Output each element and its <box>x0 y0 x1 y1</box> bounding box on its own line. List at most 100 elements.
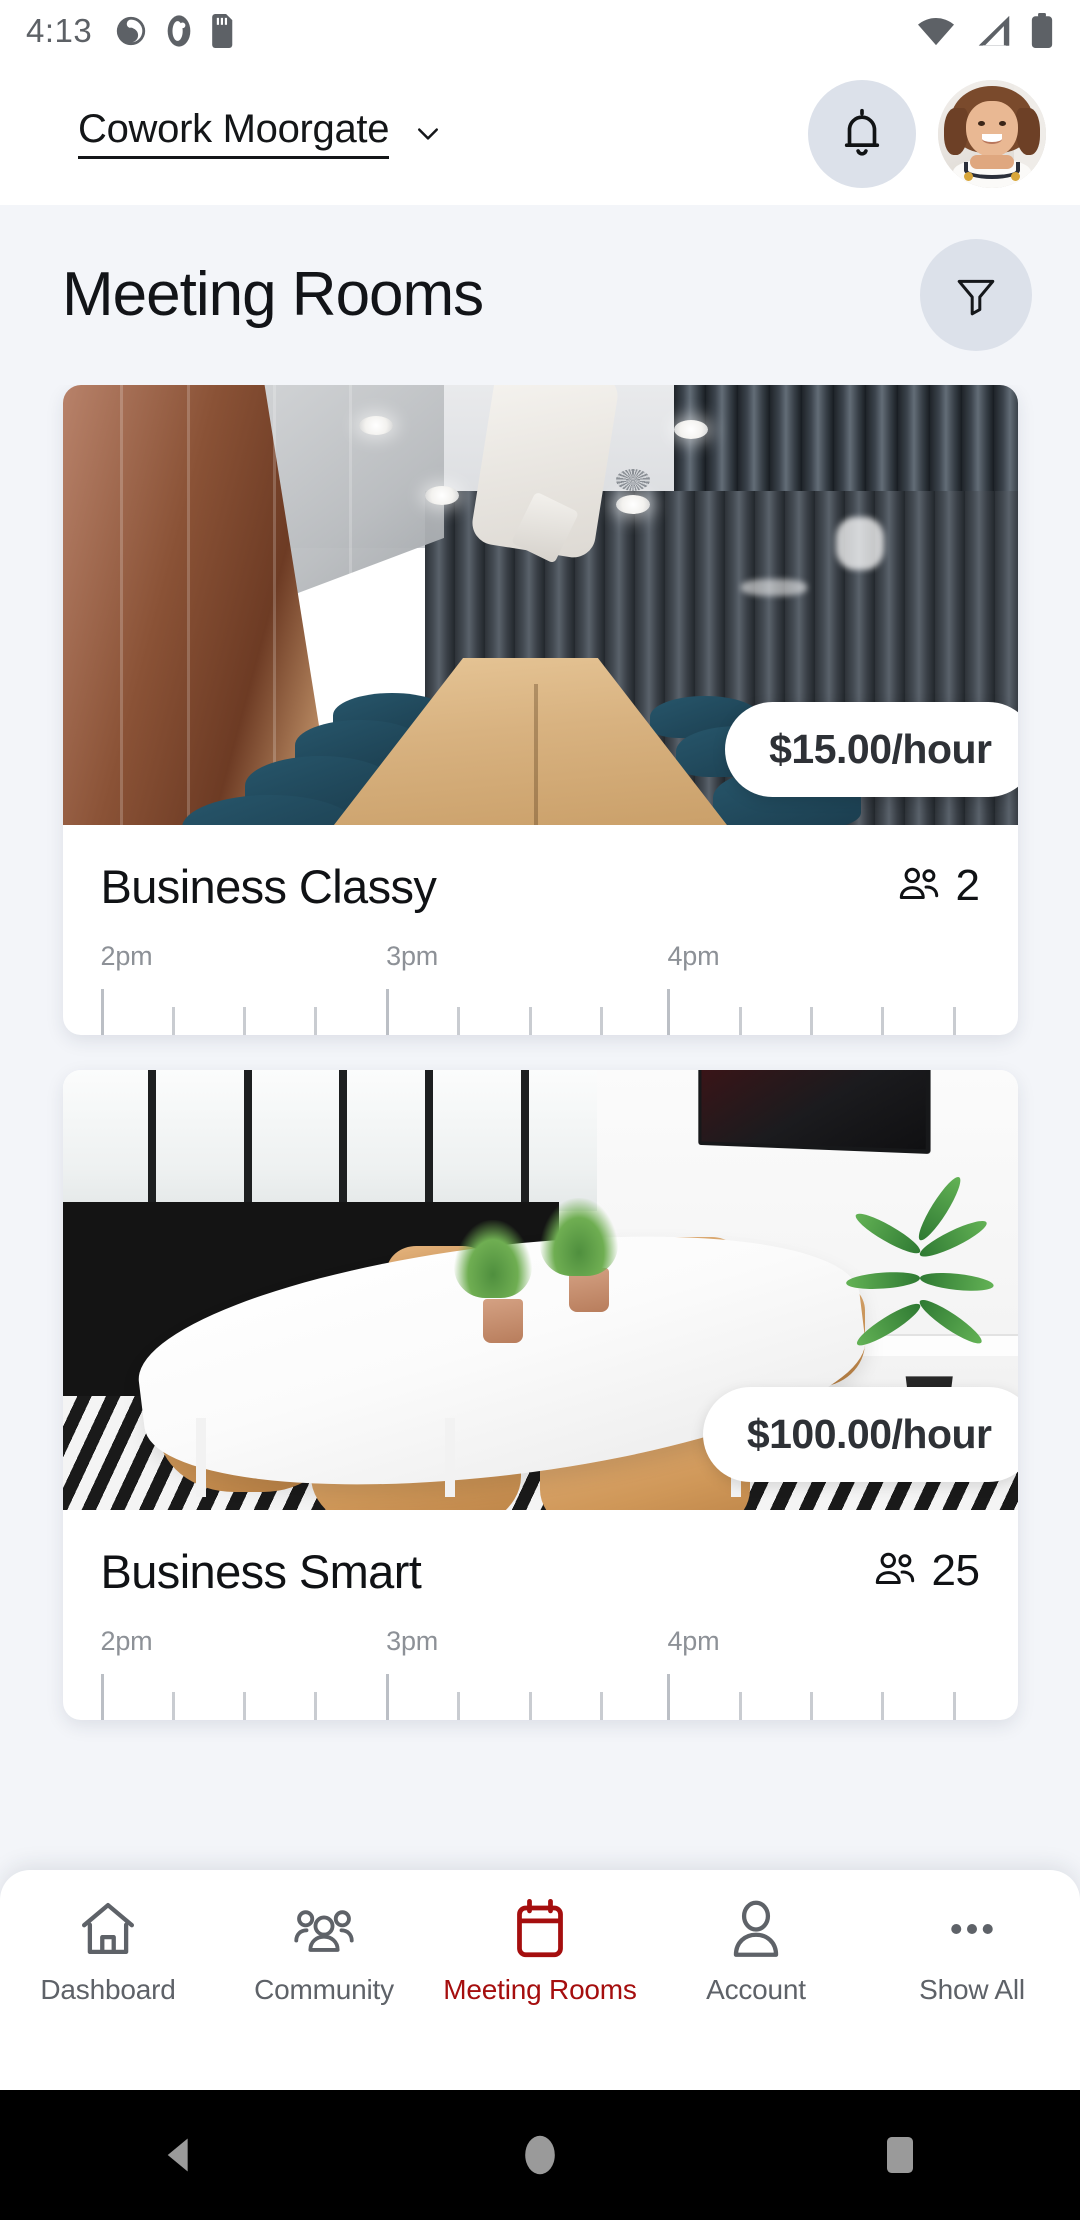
photo-palm-frond <box>852 1207 925 1259</box>
photo-partition-mullion <box>148 1070 157 1211</box>
nav-item-community[interactable]: Community <box>216 1898 432 2006</box>
timeline-tick-minor <box>528 1692 532 1720</box>
notification-button[interactable] <box>808 79 916 188</box>
timeline-hour-label: 3pm <box>386 941 439 971</box>
page-title: Meeting Rooms <box>62 260 484 329</box>
nav-label-show-all: Show All <box>919 1974 1025 2005</box>
photo-partition-mullion <box>425 1070 434 1211</box>
people-group-icon <box>899 867 938 900</box>
timeline-tick-minor <box>314 1007 318 1035</box>
availability-timeline[interactable]: 2pm 3pm 4pm <box>100 941 980 1035</box>
nav-item-meeting-rooms[interactable]: Meeting Rooms <box>432 1898 648 2006</box>
timeline-tick-minor <box>738 1692 742 1720</box>
filter-button[interactable] <box>920 239 1032 351</box>
photo-downlight <box>673 420 708 440</box>
location-selector[interactable]: Cowork Moorgate <box>78 107 443 160</box>
ellipsis-icon <box>951 1923 993 1935</box>
avatar[interactable] <box>938 79 1046 188</box>
room-name: Business Smart <box>100 1544 422 1598</box>
photo-plank-seam <box>186 385 190 825</box>
status-bar: 4:13 <box>0 0 1080 62</box>
room-capacity: 25 <box>872 1546 980 1596</box>
room-capacity: 2 <box>896 861 980 911</box>
photo-partition-mullion <box>339 1070 348 1211</box>
nav-label-dashboard: Dashboard <box>40 1974 176 2005</box>
timeline-tick-minor <box>599 1692 603 1720</box>
room-card[interactable]: $15.00/hour Business Classy 2 2pm 3pm 4p… <box>62 385 1018 1035</box>
home-icon <box>82 1903 134 1955</box>
timeline-tick-minor <box>599 1007 603 1035</box>
status-bar-system-icons <box>916 13 1054 49</box>
chevron-down-icon <box>418 127 439 140</box>
calendar-icon <box>517 1898 563 1958</box>
timeline-tick-minor <box>242 1692 246 1720</box>
people-group-icon <box>875 1552 914 1585</box>
room-card-body: Business Smart 25 2pm 3pm 4pm <box>63 1510 1018 1720</box>
app-icon-swirl-icon <box>117 16 146 46</box>
home-circle-icon <box>525 2135 555 2175</box>
timeline-tick-minor <box>738 1007 742 1035</box>
photo-wall-light-reflection <box>836 517 884 570</box>
wifi-icon <box>918 18 954 46</box>
photo-palm-plant <box>846 1173 998 1396</box>
timeline-tick-minor <box>171 1692 175 1720</box>
photo-palm-frond <box>915 1294 987 1350</box>
nav-item-account[interactable]: Account <box>648 1898 864 2006</box>
timeline-tick-minor <box>881 1692 885 1720</box>
timeline-hour-label: 2pm <box>100 941 153 971</box>
avatar-face <box>966 101 1018 158</box>
people-group-icon <box>294 1910 354 1952</box>
timeline-tick-hour <box>667 989 671 1035</box>
nav-label-meeting-rooms: Meeting Rooms <box>443 1974 637 2005</box>
timeline-tick-minor <box>457 1692 461 1720</box>
person-icon <box>733 1900 779 1957</box>
status-bar-time: 4:13 <box>26 12 93 49</box>
photo-wall-tv <box>698 1070 931 1155</box>
timeline-tick-minor <box>457 1007 461 1035</box>
timeline-tick-minor <box>881 1007 885 1035</box>
sd-card-icon <box>212 14 233 48</box>
android-recents-button[interactable] <box>720 2131 1080 2179</box>
photo-glass-partition <box>62 1070 598 1211</box>
android-navigation-bar <box>0 2090 1080 2220</box>
price-badge: $100.00/hour <box>702 1387 1018 1482</box>
room-capacity-count: 2 <box>955 861 980 910</box>
room-photo-business-classy: $15.00/hour <box>62 385 1018 825</box>
timeline-tick-hour <box>100 989 104 1035</box>
timeline-tick-minor <box>314 1692 318 1720</box>
app-icon-oval-icon <box>167 15 191 47</box>
android-back-button[interactable] <box>0 2132 360 2178</box>
room-card[interactable]: $100.00/hour Business Smart 25 2pm 3pm 4… <box>62 1070 1018 1720</box>
photo-palm-frond <box>919 1270 995 1294</box>
android-home-button[interactable] <box>360 2129 720 2181</box>
photo-palm-frond <box>846 1270 921 1292</box>
photo-downlight <box>358 415 393 435</box>
app-header: Cowork Moorgate <box>0 62 1080 205</box>
nav-item-show-all[interactable]: Show All <box>864 1898 1080 2006</box>
nav-label-show-account: Account <box>706 1974 806 2005</box>
timeline-hour-label: 2pm <box>100 1626 153 1656</box>
timeline-tick-minor <box>953 1692 957 1720</box>
filter-funnel-icon <box>957 279 995 316</box>
notification-bell-icon <box>844 108 880 156</box>
cellular-signal-icon <box>978 16 1010 46</box>
nav-item-dashboard[interactable]: Dashboard <box>0 1898 216 2006</box>
timeline-hour-label: 4pm <box>667 1626 720 1656</box>
timeline-tick-hour <box>667 1674 671 1720</box>
bottom-navigation: Dashboard Community Meeting Rooms Accoun… <box>0 1870 1080 2090</box>
timeline-tick-hour <box>386 1674 390 1720</box>
availability-timeline[interactable]: 2pm 3pm 4pm <box>100 1626 980 1720</box>
timeline-tick-minor <box>953 1007 957 1035</box>
room-list[interactable]: $15.00/hour Business Classy 2 2pm 3pm 4p… <box>0 385 1080 1840</box>
room-name: Business Classy <box>100 859 437 913</box>
timeline-tick-minor <box>528 1007 532 1035</box>
back-triangle-icon <box>167 2138 188 2172</box>
photo-table-leg <box>444 1417 455 1497</box>
page-title-row: Meeting Rooms <box>0 205 1080 385</box>
status-bar-notification-icons <box>114 14 236 48</box>
photo-partition-mullion <box>520 1070 529 1211</box>
app-root: 4:13 Cowork Moorgate Meeting Rooms $15.0… <box>0 0 1080 2220</box>
room-photo-business-smart: $100.00/hour <box>62 1070 1018 1510</box>
price-badge: $15.00/hour <box>725 702 1018 797</box>
battery-icon <box>1031 13 1053 49</box>
